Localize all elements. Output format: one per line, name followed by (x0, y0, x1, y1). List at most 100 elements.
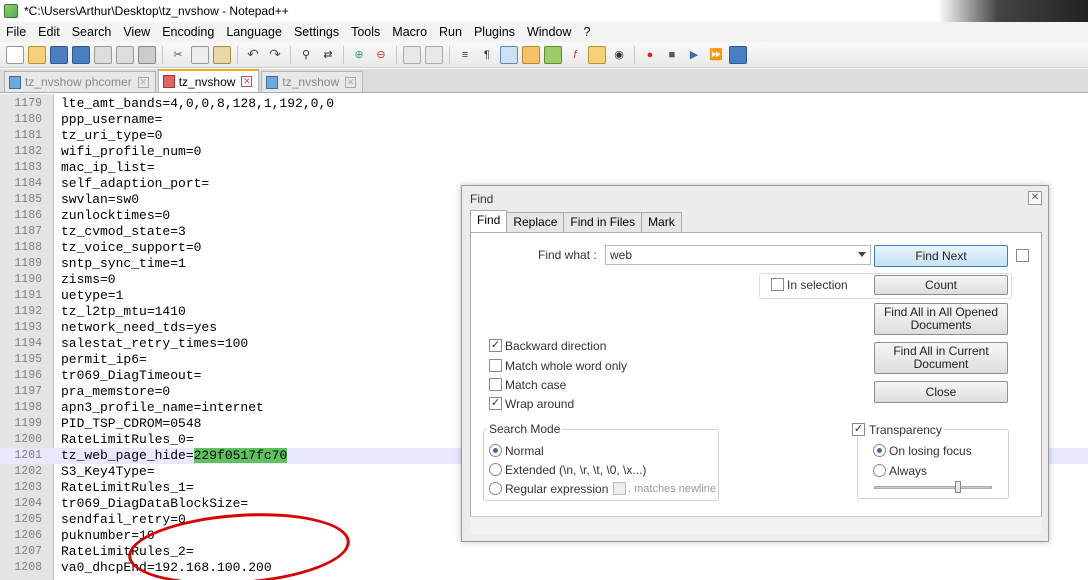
find-next-button[interactable]: Find Next (874, 245, 1008, 267)
always-radio[interactable] (873, 464, 886, 477)
wrap-around-checkbox[interactable] (489, 397, 502, 410)
menu-window[interactable]: Window (521, 25, 577, 39)
close-file-icon[interactable] (94, 45, 112, 64)
line-content: lte_amt_bands=4,0,0,8,128,1,192,0,0 (61, 96, 335, 111)
menu-tools[interactable]: Tools (345, 25, 386, 39)
line-number: 1193 (14, 321, 42, 334)
undo-icon[interactable]: ↶ (244, 46, 262, 64)
line-text: RateLimitRules_0= (61, 432, 194, 448)
tab-mark[interactable]: Mark (641, 212, 682, 232)
menu-run[interactable]: Run (433, 25, 468, 39)
find-what-combo[interactable]: web (605, 245, 871, 265)
save-all-icon[interactable] (72, 45, 90, 64)
transparency-slider-thumb[interactable] (955, 481, 961, 493)
save-icon[interactable] (50, 45, 68, 64)
chevron-down-icon[interactable] (858, 252, 866, 257)
redo-icon[interactable]: ↷ (266, 46, 284, 64)
editor-line[interactable]: 1183 mac_ip_list= (0, 160, 1088, 176)
line-text: salestat_retry_times=100 (61, 336, 248, 352)
find-icon[interactable]: ⚲ (297, 46, 315, 64)
menu-settings[interactable]: Settings (288, 25, 345, 39)
stop-macro-icon[interactable]: ■ (663, 46, 681, 64)
sync-horizontal-icon[interactable] (425, 45, 443, 64)
line-number: 1182 (14, 145, 42, 158)
open-file-icon[interactable] (28, 45, 46, 64)
zoom-out-icon[interactable]: ⊖ (372, 46, 390, 64)
sync-vertical-icon[interactable] (403, 45, 421, 64)
dock-checkbox[interactable] (1016, 249, 1029, 262)
close-icon[interactable]: ✕ (345, 76, 357, 88)
file-icon (9, 75, 21, 89)
user-language-icon[interactable] (522, 45, 540, 64)
menu-help[interactable]: ? (577, 25, 596, 39)
matches-newline-checkbox[interactable] (613, 482, 626, 495)
line-number: 1203 (14, 481, 42, 494)
normal-label: Normal (505, 444, 544, 458)
extended-radio[interactable] (489, 463, 502, 476)
menu-language[interactable]: Language (220, 25, 288, 39)
regex-radio[interactable] (489, 482, 502, 495)
editor-line[interactable]: 1181 tz_uri_type=0 (0, 128, 1088, 144)
record-macro-icon[interactable]: ● (641, 46, 659, 64)
normal-radio[interactable] (489, 444, 502, 457)
transparency-slider-track[interactable] (874, 486, 992, 489)
line-text: swvlan=sw0 (61, 192, 139, 208)
menu-plugins[interactable]: Plugins (468, 25, 521, 39)
menu-encoding[interactable]: Encoding (156, 25, 220, 39)
search-mode-title: Search Mode (487, 422, 563, 436)
menu-file[interactable]: File (0, 25, 32, 39)
indent-guide-icon[interactable] (500, 45, 518, 64)
zoom-in-icon[interactable]: ⊕ (350, 46, 368, 64)
tab-tz-nvshow-phcomer[interactable]: tz_nvshow phcomer ✕ (4, 71, 156, 92)
paste-icon[interactable] (213, 45, 231, 64)
replace-icon[interactable]: ⇄ (319, 46, 337, 64)
close-button[interactable]: Close (874, 381, 1008, 403)
find-what-label: Find what : (538, 248, 597, 262)
play-macro-icon[interactable]: ▶ (685, 46, 703, 64)
line-content: RateLimitRules_0= (61, 432, 194, 447)
backward-direction-checkbox[interactable] (489, 339, 502, 352)
in-selection-checkbox[interactable] (771, 278, 784, 291)
copy-icon[interactable] (191, 45, 209, 64)
tab-find[interactable]: Find (470, 210, 508, 232)
run-macro-multiple-icon[interactable]: ⏩ (707, 46, 725, 64)
close-icon[interactable]: ✕ (1028, 191, 1042, 205)
line-content: sntp_sync_time=1 (61, 256, 186, 271)
find-all-current-document-button[interactable]: Find All in Current Document (874, 342, 1008, 374)
editor-line[interactable]: 1180 ppp_username= (0, 112, 1088, 128)
document-map-icon[interactable] (544, 45, 562, 64)
editor-line[interactable]: 1179 lte_amt_bands=4,0,0,8,128,1,192,0,0 (0, 96, 1088, 112)
count-button[interactable]: Count (874, 275, 1008, 295)
close-all-icon[interactable] (116, 45, 134, 64)
line-content: zisms=0 (61, 272, 116, 287)
show-all-chars-icon[interactable]: ¶ (478, 46, 496, 64)
match-case-checkbox[interactable] (489, 378, 502, 391)
tab-tz-nvshow-2[interactable]: tz_nvshow ✕ (261, 71, 364, 92)
menu-macro[interactable]: Macro (386, 25, 433, 39)
function-list-icon[interactable]: f (566, 46, 584, 64)
cut-icon[interactable]: ✂ (169, 46, 187, 64)
folder-workspace-icon[interactable] (588, 45, 606, 64)
match-whole-word-checkbox[interactable] (489, 359, 502, 372)
tab-find-in-files[interactable]: Find in Files (563, 212, 643, 232)
menu-edit[interactable]: Edit (32, 25, 66, 39)
line-number: 1187 (14, 225, 42, 238)
save-macro-icon[interactable] (729, 45, 747, 64)
menu-search[interactable]: Search (66, 25, 118, 39)
tab-replace[interactable]: Replace (506, 212, 565, 232)
line-number: 1184 (14, 177, 42, 190)
monitoring-icon[interactable]: ◉ (610, 46, 628, 64)
transparency-checkbox[interactable] (852, 423, 865, 436)
on-losing-focus-radio[interactable] (873, 444, 886, 457)
tab-tz-nvshow-active[interactable]: tz_nvshow ✕ (157, 69, 260, 92)
menu-view[interactable]: View (117, 25, 156, 39)
editor-line[interactable]: 1182 wifi_profile_num=0 (0, 144, 1088, 160)
toolbar-separator (237, 45, 238, 64)
find-all-opened-documents-button[interactable]: Find All in All Opened Documents (874, 303, 1008, 335)
line-text: network_need_tds=yes (61, 320, 217, 336)
new-file-icon[interactable] (6, 45, 24, 64)
close-icon[interactable]: ✕ (137, 76, 149, 88)
word-wrap-icon[interactable]: ≡ (456, 46, 474, 64)
print-icon[interactable] (138, 45, 156, 64)
close-icon[interactable]: ✕ (241, 76, 253, 87)
